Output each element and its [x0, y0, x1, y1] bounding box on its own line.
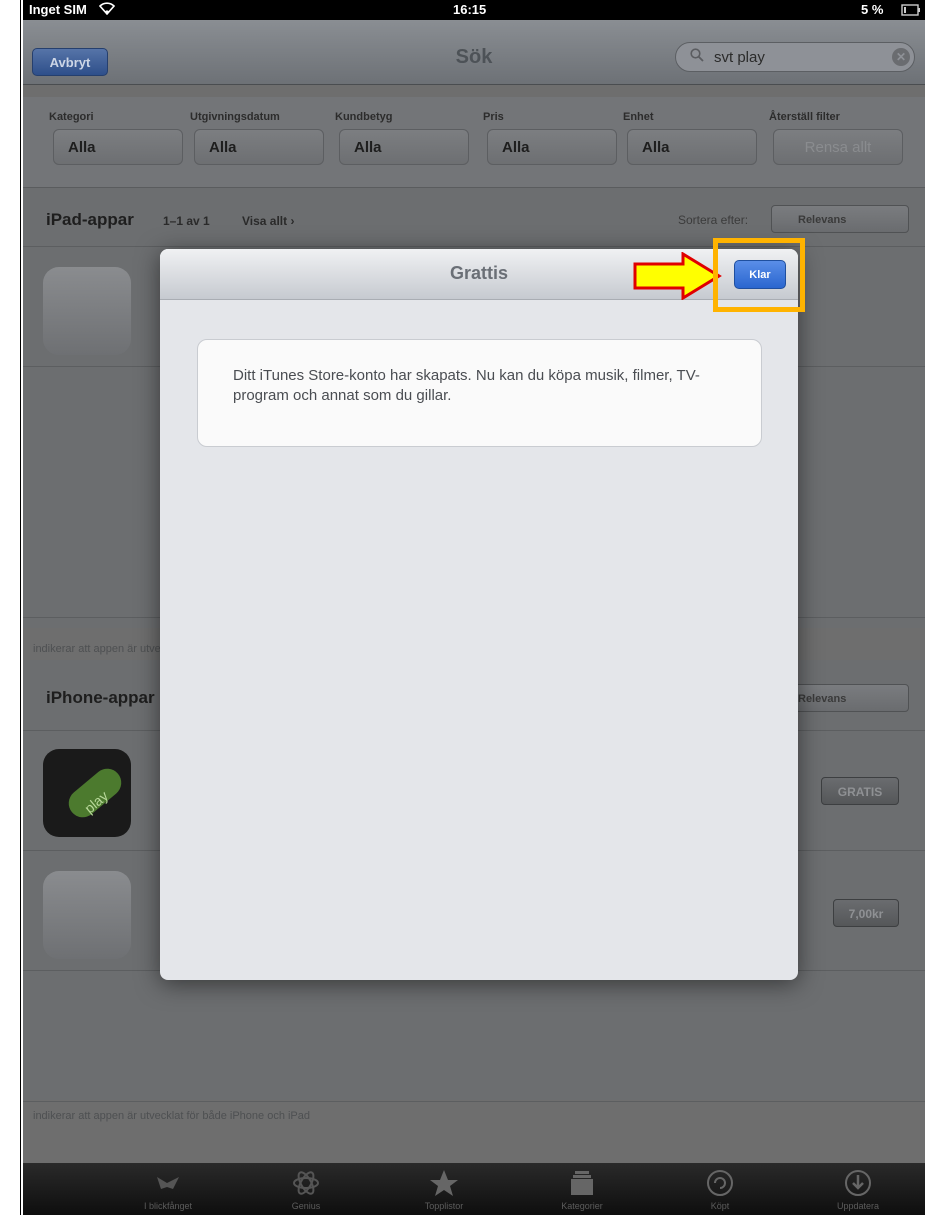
- tab-label: Kategorier: [561, 1201, 603, 1211]
- categories-icon: [567, 1169, 597, 1197]
- filter-category-select[interactable]: Alla: [53, 129, 183, 165]
- svt-play-app-icon[interactable]: play: [43, 749, 131, 837]
- battery-icon: [901, 4, 921, 19]
- tab-purchased[interactable]: Köpt: [665, 1163, 775, 1215]
- filter-label: Kategori: [49, 111, 94, 123]
- carrier-label: Inget SIM: [29, 2, 87, 17]
- ipad-screen: Inget SIM 16:15 5 % Avbryt Sök svt play …: [23, 0, 925, 1215]
- search-field[interactable]: svt play ✕: [675, 42, 915, 72]
- genius-icon: [291, 1169, 321, 1197]
- filter-label: Pris: [483, 111, 504, 123]
- filter-device-select[interactable]: Alla: [627, 129, 757, 165]
- filter-label: Utgivningsdatum: [190, 111, 280, 123]
- tab-featured[interactable]: I blickfånget: [113, 1163, 223, 1215]
- congrats-dialog: Grattis Klar Ditt iTunes Store-konto har…: [160, 249, 798, 980]
- status-bar: Inget SIM 16:15 5 %: [23, 0, 925, 20]
- see-all-link[interactable]: Visa allt ›: [242, 214, 294, 228]
- message-box: Ditt iTunes Store-konto har skapats. Nu …: [197, 339, 762, 447]
- filter-rating-select[interactable]: Alla: [339, 129, 469, 165]
- filter-release-date-select[interactable]: Alla: [194, 129, 324, 165]
- filter-label: Återställ filter: [769, 111, 840, 123]
- get-free-button[interactable]: GRATIS: [821, 777, 899, 805]
- tab-updates[interactable]: Uppdatera: [803, 1163, 913, 1215]
- filter-price-select[interactable]: Alla: [487, 129, 617, 165]
- purchased-icon: [705, 1169, 735, 1197]
- highlight-box: [713, 238, 805, 312]
- confirmation-message: Ditt iTunes Store-konto har skapats. Nu …: [233, 367, 700, 404]
- clock: 16:15: [453, 2, 487, 17]
- clear-search-icon[interactable]: ✕: [892, 48, 910, 66]
- buy-button[interactable]: 7,00kr: [833, 899, 899, 927]
- pointer-arrow-icon: [631, 251, 723, 301]
- star-icon: [429, 1169, 459, 1197]
- download-icon: [843, 1169, 873, 1197]
- tab-label: Topplistor: [424, 1201, 464, 1211]
- featured-icon: [153, 1169, 183, 1197]
- clear-all-button[interactable]: Rensa allt: [773, 129, 903, 165]
- app-icon[interactable]: [43, 267, 131, 355]
- universal-footnote: indikerar att appen är utvecklat för båd…: [33, 1110, 311, 1122]
- filter-label: Kundbetyg: [335, 111, 393, 123]
- app-icon[interactable]: [43, 871, 131, 959]
- section-title: iPad-appar: [46, 210, 134, 229]
- left-border: [20, 0, 21, 1215]
- result-count: 1–1 av 1: [163, 214, 210, 228]
- sort-label: Sortera efter:: [678, 213, 749, 227]
- search-input[interactable]: svt play: [714, 49, 765, 66]
- tab-categories[interactable]: Kategorier: [527, 1163, 637, 1215]
- filter-bar: Kategori Alla Utgivningsdatum Alla Kundb…: [23, 97, 925, 188]
- tab-bar: I blickfånget Genius Topplistor Kategori…: [23, 1163, 925, 1215]
- empty-area: [23, 970, 925, 1102]
- tab-genius[interactable]: Genius: [251, 1163, 361, 1215]
- tab-label: Köpt: [710, 1201, 730, 1211]
- tab-label: I blickfånget: [143, 1201, 193, 1211]
- filter-label: Enhet: [623, 111, 654, 123]
- search-icon: [690, 48, 704, 62]
- sort-select[interactable]: Relevans: [771, 205, 909, 233]
- tab-label: Genius: [291, 1201, 321, 1211]
- tab-top-charts[interactable]: Topplistor: [389, 1163, 499, 1215]
- battery-label: 5 %: [861, 2, 884, 17]
- wifi-icon: [98, 1, 116, 18]
- section-title: iPhone-appar: [46, 688, 155, 707]
- tab-label: Uppdatera: [836, 1201, 880, 1211]
